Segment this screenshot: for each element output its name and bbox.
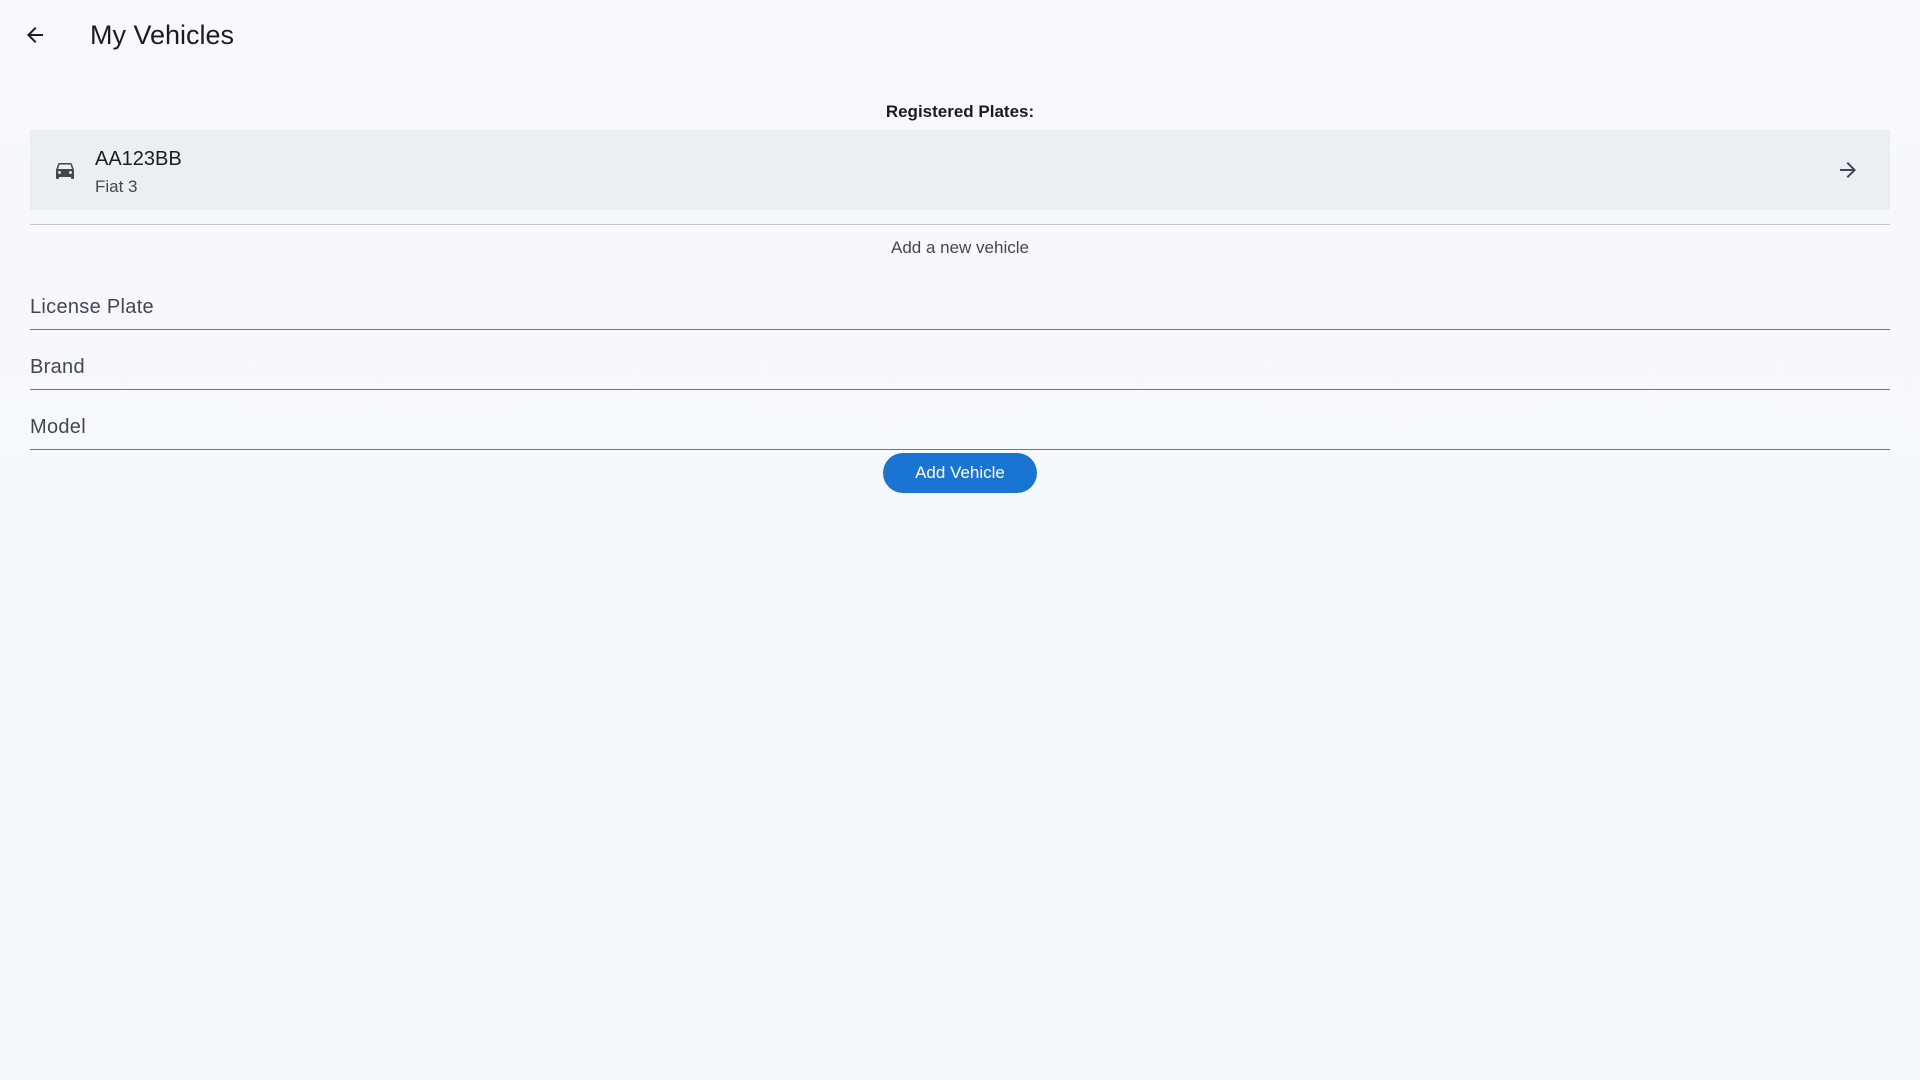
back-button[interactable] (15, 15, 55, 55)
vehicle-plate: AA123BB (95, 148, 182, 170)
model-field (30, 390, 1890, 450)
brand-input[interactable] (30, 353, 1890, 381)
arrow-back-icon (27, 27, 43, 43)
add-vehicle-button[interactable]: Add Vehicle (883, 453, 1037, 493)
add-vehicle-heading: Add a new vehicle (891, 238, 1029, 257)
app-root: My Vehicles Registered Plates: AA123BB F… (0, 0, 1920, 1080)
vehicle-model: Fiat 3 (95, 177, 138, 196)
app-bar: My Vehicles (0, 0, 1920, 70)
page-title: My Vehicles (90, 20, 235, 50)
arrow-forward-icon (1840, 162, 1856, 178)
registered-plates-heading: Registered Plates: (885, 102, 1035, 121)
model-input[interactable] (30, 413, 1890, 441)
vehicle-list-item[interactable]: AA123BB Fiat 3 (30, 130, 1890, 210)
car-icon (56, 163, 74, 179)
divider (30, 224, 1890, 225)
license-plate-field (30, 270, 1890, 330)
brand-field (30, 330, 1890, 390)
license-plate-input[interactable] (30, 293, 1890, 321)
